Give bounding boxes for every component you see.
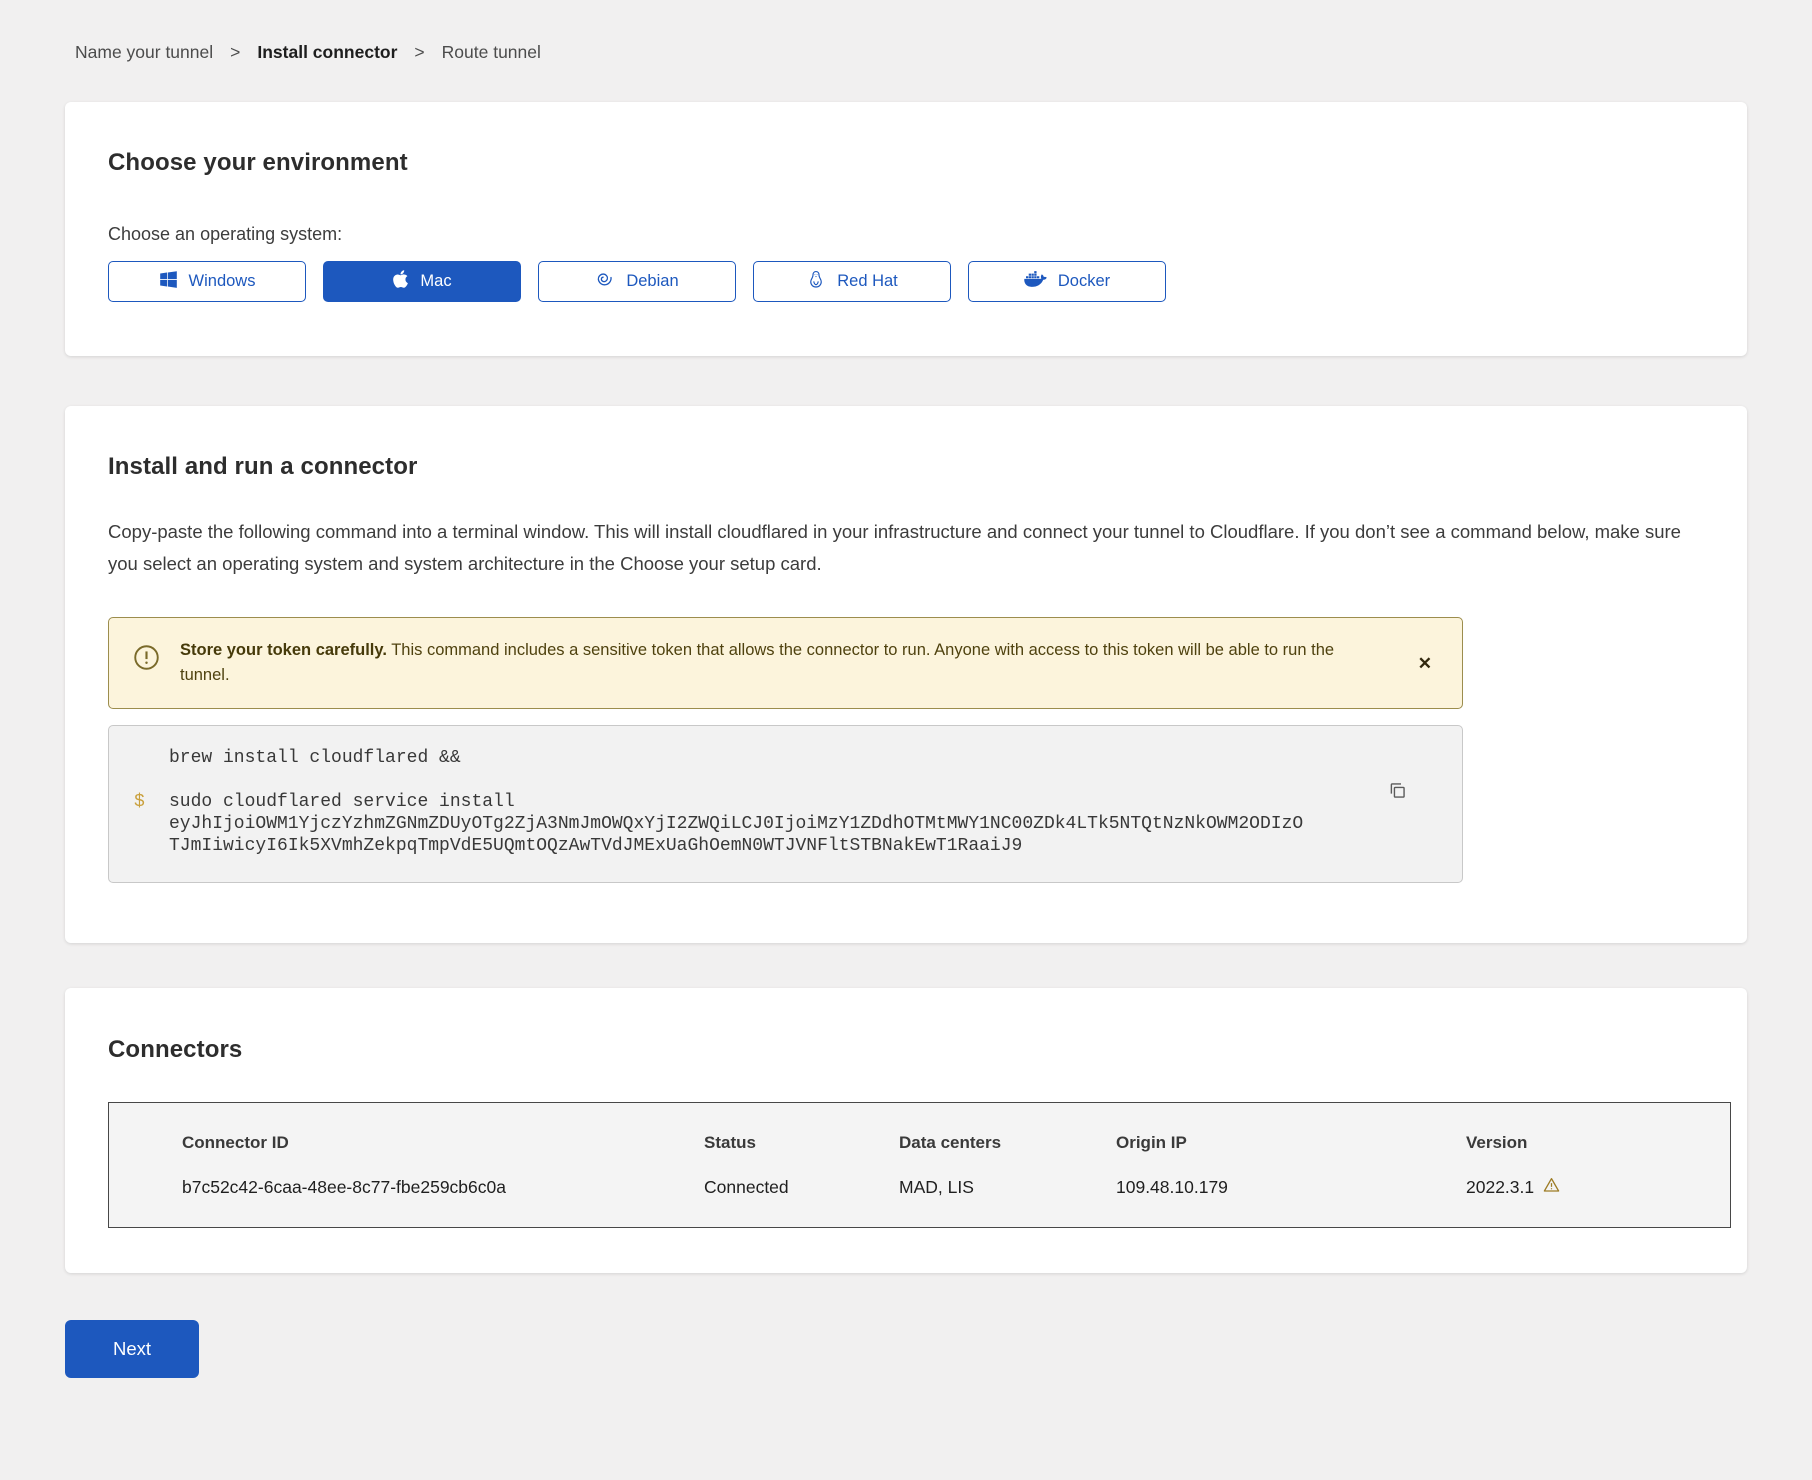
token-warning-text: Store your token carefully. This command… [180,638,1375,688]
tunnel-setup-page: Name your tunnel > Install connector > R… [0,0,1812,1378]
token-warning-bold: Store your token carefully. [180,641,387,659]
breadcrumb-step-install-connector[interactable]: Install connector [257,42,397,63]
os-button-row: Windows Mac Debian [108,261,1704,302]
os-button-label: Mac [420,272,451,291]
os-button-windows[interactable]: Windows [108,261,306,302]
column-header-status: Status [704,1133,899,1153]
code-line-brew: brew install cloudflared && [169,747,461,769]
code-line-token-2: TJmIiwicyI6Ik5XVmhZekpqTmpVdE5UQmtOQzAwT… [169,835,1303,857]
shell-prompt: $ [134,791,169,857]
warning-triangle-icon [1542,1176,1561,1199]
close-icon[interactable]: ✕ [1414,651,1436,676]
token-warning-banner: Store your token carefully. This command… [108,617,1463,709]
connector-id-value: b7c52c42-6caa-48ee-8c77-fbe259cb6c0a [182,1177,704,1198]
column-header-connector-id: Connector ID [182,1133,704,1153]
code-line-token-1: eyJhIjoiOWM1YjczYzhmZGNmZDUyOTg2ZjA3NmJm… [169,813,1303,835]
table-header-row: Connector ID Status Data centers Origin … [182,1133,1710,1153]
column-header-version: Version [1466,1133,1527,1153]
connectors-card: Connectors Connector ID Status Data cent… [65,988,1747,1273]
tux-penguin-icon [806,269,826,295]
copy-icon[interactable] [1385,778,1410,806]
os-select-label: Choose an operating system: [108,224,1704,245]
os-button-docker[interactable]: Docker [968,261,1166,302]
os-button-label: Debian [626,272,678,291]
data-centers-value: MAD, LIS [899,1177,1116,1198]
version-value: 2022.3.1 [1466,1176,1561,1199]
breadcrumb-step-route-tunnel[interactable]: Route tunnel [442,42,541,63]
breadcrumb-step-name-your-tunnel[interactable]: Name your tunnel [75,42,213,63]
os-button-label: Red Hat [837,272,898,291]
code-line-command: sudo cloudflared service install [169,791,1303,813]
column-header-data-centers: Data centers [899,1133,1116,1153]
os-button-mac[interactable]: Mac [323,261,521,302]
os-button-debian[interactable]: Debian [538,261,736,302]
breadcrumb-separator: > [414,42,424,63]
os-button-redhat[interactable]: Red Hat [753,261,951,302]
install-connector-description: Copy-paste the following command into a … [108,516,1704,580]
debian-swirl-icon [595,269,615,294]
version-number: 2022.3.1 [1466,1177,1534,1198]
windows-logo-icon [159,270,178,294]
docker-whale-icon [1024,270,1047,293]
origin-ip-value: 109.48.10.179 [1116,1177,1466,1198]
os-button-label: Docker [1058,272,1110,291]
os-button-label: Windows [189,272,256,291]
breadcrumb: Name your tunnel > Install connector > R… [65,42,1747,63]
install-connector-card: Install and run a connector Copy-paste t… [65,406,1747,943]
breadcrumb-separator: > [230,42,240,63]
code-prompt-spacer [134,747,169,769]
alert-circle-icon [133,644,160,676]
column-header-origin-ip: Origin IP [1116,1133,1466,1153]
table-row: b7c52c42-6caa-48ee-8c77-fbe259cb6c0a Con… [182,1176,1710,1199]
choose-environment-title: Choose your environment [108,149,1704,177]
connectors-table: Connector ID Status Data centers Origin … [108,1102,1731,1228]
apple-logo-icon [392,269,409,294]
choose-environment-card: Choose your environment Choose an operat… [65,102,1747,356]
next-button[interactable]: Next [65,1320,199,1378]
status-badge: Connected [704,1177,899,1198]
connectors-title: Connectors [108,1036,1704,1064]
install-connector-title: Install and run a connector [108,453,1704,481]
install-command-code-block: brew install cloudflared && $ sudo cloud… [108,725,1463,883]
